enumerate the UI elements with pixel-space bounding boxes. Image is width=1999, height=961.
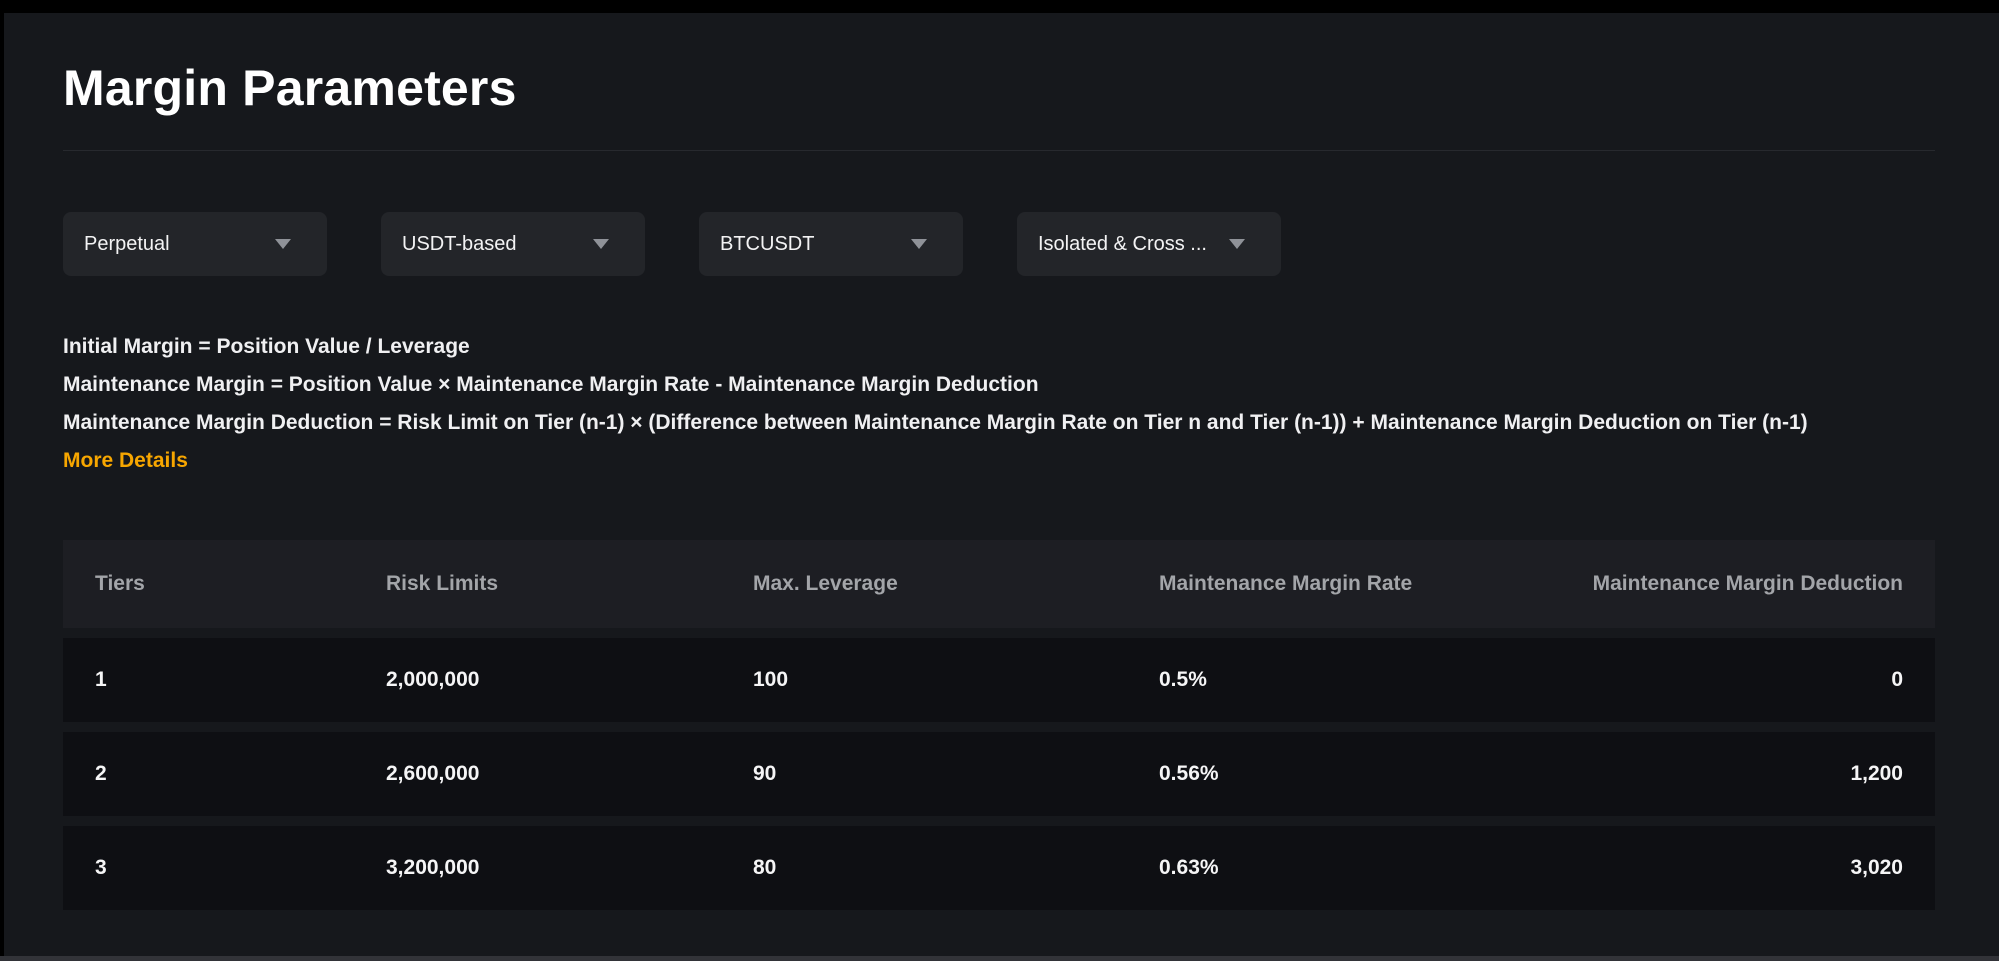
table-row: 2 2,600,000 90 0.56% 1,200 [63, 732, 1935, 816]
risk-limit-cell: 3,200,000 [354, 826, 721, 910]
mm-deduction-cell: 0 [1531, 638, 1935, 722]
chevron-down-icon [911, 239, 927, 249]
filter-bar: Perpetual USDT-based BTCUSDT Isolated & … [63, 212, 1935, 276]
mm-rate-cell: 0.63% [1127, 826, 1531, 910]
contract-type-dropdown[interactable]: Perpetual [63, 212, 327, 276]
maintenance-margin-formula: Maintenance Margin = Position Value × Ma… [63, 366, 1935, 404]
max-leverage-cell: 100 [721, 638, 1127, 722]
settlement-coin-value: USDT-based [402, 233, 517, 256]
risk-limit-cell: 2,000,000 [354, 638, 721, 722]
tier-cell: 1 [63, 638, 354, 722]
max-leverage-cell: 80 [721, 826, 1127, 910]
table-row: 3 3,200,000 80 0.63% 3,020 [63, 826, 1935, 910]
page-title: Margin Parameters [63, 60, 1935, 116]
risk-limit-cell: 2,600,000 [354, 732, 721, 816]
contract-type-value: Perpetual [84, 233, 170, 256]
formula-block: Initial Margin = Position Value / Levera… [63, 328, 1935, 480]
table-header-row: Tiers Risk Limits Max. Leverage Maintena… [63, 540, 1935, 628]
maintenance-margin-deduction-formula: Maintenance Margin Deduction = Risk Limi… [63, 404, 1935, 442]
table-row: 1 2,000,000 100 0.5% 0 [63, 638, 1935, 722]
column-header-mm-deduction: Maintenance Margin Deduction [1531, 540, 1935, 628]
margin-tiers-table: Tiers Risk Limits Max. Leverage Maintena… [63, 530, 1935, 920]
symbol-dropdown[interactable]: BTCUSDT [699, 212, 963, 276]
chevron-down-icon [593, 239, 609, 249]
mm-deduction-cell: 3,020 [1531, 826, 1935, 910]
initial-margin-formula: Initial Margin = Position Value / Levera… [63, 328, 1935, 366]
mm-rate-cell: 0.56% [1127, 732, 1531, 816]
title-divider [63, 150, 1935, 151]
tier-cell: 3 [63, 826, 354, 910]
footer-divider [0, 956, 1999, 961]
max-leverage-cell: 90 [721, 732, 1127, 816]
chevron-down-icon [275, 239, 291, 249]
chevron-down-icon [1229, 239, 1245, 249]
margin-parameters-page: Margin Parameters Perpetual USDT-based B… [4, 13, 1999, 956]
mm-deduction-cell: 1,200 [1531, 732, 1935, 816]
more-details-link[interactable]: More Details [63, 442, 188, 480]
margin-mode-value: Isolated & Cross ... [1038, 233, 1207, 256]
column-header-max-leverage: Max. Leverage [721, 540, 1127, 628]
column-header-risk-limits: Risk Limits [354, 540, 721, 628]
mm-rate-cell: 0.5% [1127, 638, 1531, 722]
margin-mode-dropdown[interactable]: Isolated & Cross ... [1017, 212, 1281, 276]
column-header-mm-rate: Maintenance Margin Rate [1127, 540, 1531, 628]
column-header-tiers: Tiers [63, 540, 354, 628]
tier-cell: 2 [63, 732, 354, 816]
symbol-value: BTCUSDT [720, 233, 814, 256]
settlement-coin-dropdown[interactable]: USDT-based [381, 212, 645, 276]
